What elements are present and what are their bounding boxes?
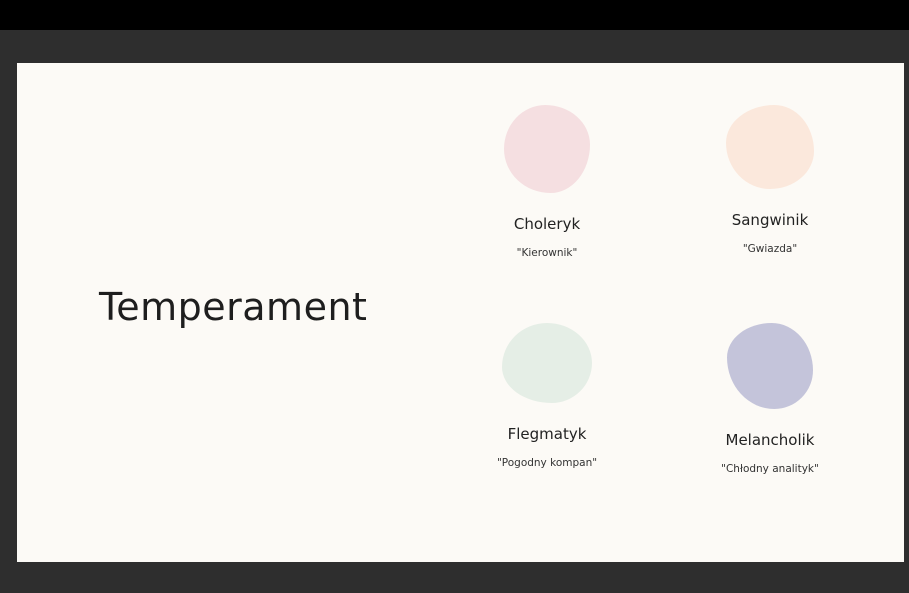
slide[interactable]: Temperament Choleryk "Kierownik" Sangwin… <box>17 63 904 562</box>
temperament-nickname: "Kierownik" <box>516 247 578 259</box>
temperament-sangwinik: Sangwinik "Gwiazda" <box>670 105 870 255</box>
temperament-flegmatyk: Flegmatyk "Pogodny kompan" <box>447 323 647 469</box>
choleryk-blob <box>504 105 590 193</box>
temperament-name: Flegmatyk <box>507 425 587 443</box>
temperament-nickname: "Pogodny kompan" <box>496 457 598 469</box>
temperament-melancholik: Melancholik "Chłodny analityk" <box>670 323 870 475</box>
temperament-name: Melancholik <box>725 431 815 449</box>
temperament-choleryk: Choleryk "Kierownik" <box>447 105 647 259</box>
temperament-name: Choleryk <box>513 215 581 233</box>
melancholik-blob <box>727 323 813 409</box>
sangwinik-blob <box>726 105 814 189</box>
slide-title: Temperament <box>99 285 368 329</box>
temperament-nickname: "Gwiazda" <box>742 243 798 255</box>
temperament-name: Sangwinik <box>731 211 809 229</box>
flegmatyk-blob <box>502 323 592 403</box>
top-bar <box>0 0 909 30</box>
temperament-nickname: "Chłodny analityk" <box>721 463 819 475</box>
